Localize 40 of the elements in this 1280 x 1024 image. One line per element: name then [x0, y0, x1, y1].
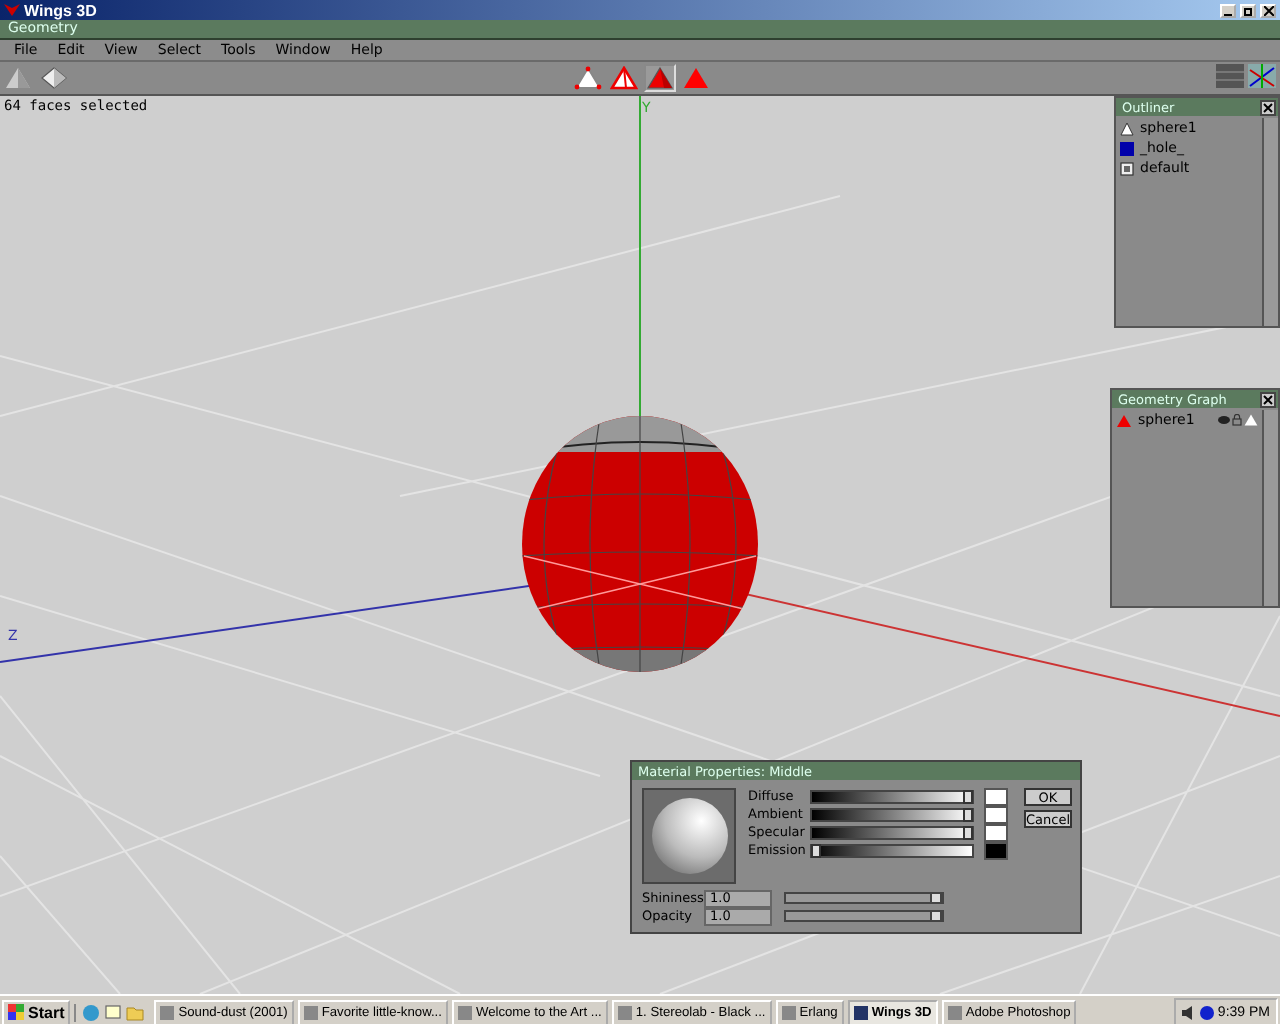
- pyramid-icon: [1116, 413, 1132, 427]
- slider-thumb[interactable]: [962, 789, 973, 803]
- windows-logo-icon: [8, 1004, 24, 1020]
- restore-button[interactable]: [1240, 3, 1256, 17]
- vertex-mode-button[interactable]: [572, 64, 604, 92]
- minimize-button[interactable]: [1220, 3, 1236, 17]
- close-icon[interactable]: [1260, 391, 1276, 407]
- close-button[interactable]: [1260, 3, 1276, 17]
- face-mode-button[interactable]: [644, 64, 676, 92]
- scrollbar[interactable]: [1262, 410, 1278, 606]
- restore-icon: [1243, 5, 1253, 15]
- color-slider[interactable]: [810, 843, 974, 857]
- param-slider[interactable]: [784, 910, 944, 922]
- speaker-icon[interactable]: [1181, 1005, 1196, 1019]
- color-swatch[interactable]: [984, 787, 1008, 805]
- color-slider[interactable]: [810, 825, 974, 839]
- param-slider[interactable]: [784, 892, 944, 904]
- slider-thumb[interactable]: [810, 843, 821, 857]
- scrollbar[interactable]: [1262, 118, 1278, 326]
- pyramid-icon: [1120, 121, 1134, 135]
- wireframe-pyramid-icon[interactable]: [40, 66, 68, 90]
- pyramid-icon[interactable]: [1244, 414, 1258, 426]
- slider-thumb[interactable]: [930, 892, 942, 904]
- slider-thumb[interactable]: [930, 910, 942, 922]
- eye-icon[interactable]: [1218, 414, 1230, 426]
- close-icon: [1263, 5, 1273, 15]
- edge-mode-icon: [610, 66, 638, 90]
- edge-mode-button[interactable]: [608, 64, 640, 92]
- color-slider[interactable]: [810, 789, 974, 803]
- lock-icon[interactable]: [1232, 414, 1242, 426]
- body-mode-icon: [682, 66, 710, 90]
- window-title: Wings 3D: [24, 1, 99, 19]
- close-icon[interactable]: [1260, 99, 1276, 115]
- slider-thumb[interactable]: [962, 807, 973, 821]
- square-icon: [1120, 141, 1134, 155]
- start-button[interactable]: Start: [2, 999, 71, 1024]
- axes-view-icon[interactable]: [1248, 64, 1276, 88]
- slider-thumb[interactable]: [962, 825, 973, 839]
- color-slider[interactable]: [810, 807, 974, 821]
- desktop-icon[interactable]: [104, 1003, 123, 1021]
